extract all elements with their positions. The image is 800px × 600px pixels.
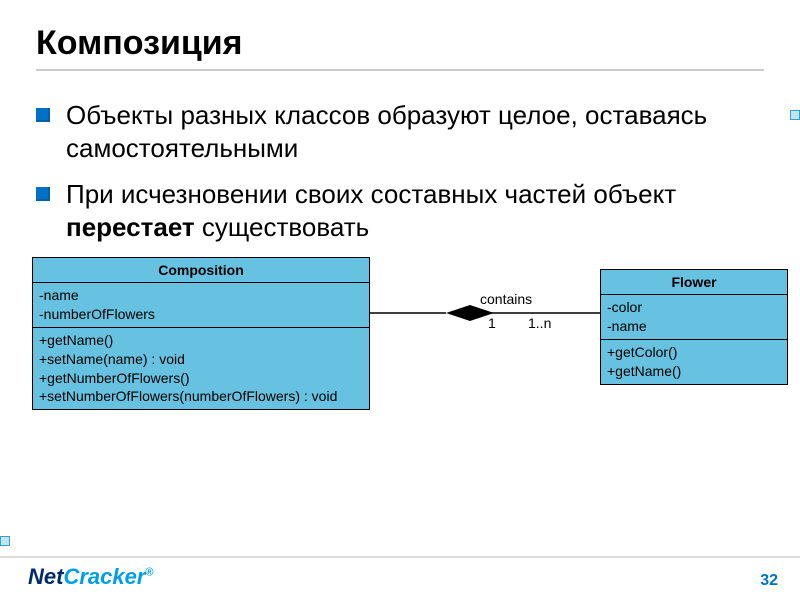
slide-title: Композиция [36,24,764,63]
class-methods: +getName() +setName(name) : void +getNum… [33,327,369,410]
attribute-row: -color [607,298,781,317]
side-marker-icon [790,110,800,120]
method-row: +setName(name) : void [39,350,363,369]
bullet-list: Объекты разных классов образуют целое, о… [36,99,764,243]
uml-class-composition: Composition -name -numberOfFlowers +getN… [32,257,370,410]
logo: NetCracker® [28,564,154,590]
footer: NetCracker® 32 [0,556,800,600]
attribute-row: -name [607,317,781,336]
registered-icon: ® [145,567,153,579]
attribute-row: -name [39,286,363,305]
bullet-item: При исчезновении своих составных частей … [36,178,764,243]
composition-relation: contains 1 1..n [370,299,600,339]
method-row: +getName() [607,362,781,381]
class-methods: +getColor() +getName() [601,339,787,384]
class-name: Flower [601,270,787,294]
logo-cracker: Cracker [63,564,145,589]
relation-label: contains [480,291,532,307]
method-row: +getName() [39,331,363,350]
page-number: 32 [760,572,778,590]
class-attributes: -color -name [601,294,787,339]
title-divider [36,69,764,71]
slide: Композиция Объекты разных классов образу… [0,0,800,600]
side-marker-icon [0,536,10,546]
bullet-text: Объекты разных классов образуют целое, о… [66,99,764,164]
bullet-item: Объекты разных классов образуют целое, о… [36,99,764,164]
method-row: +getColor() [607,343,781,362]
uml-class-flower: Flower -color -name +getColor() +getName… [600,269,788,385]
square-bullet-icon [36,187,50,201]
multiplicity-left: 1 [488,315,496,331]
bullet-text: При исчезновении своих составных частей … [66,178,764,243]
method-row: +getNumberOfFlowers() [39,369,363,388]
method-row: +setNumberOfFlowers(numberOfFlowers) : v… [39,387,363,406]
square-bullet-icon [36,108,50,122]
multiplicity-right: 1..n [528,315,551,331]
class-name: Composition [33,258,369,282]
logo-net: Net [28,564,63,589]
attribute-row: -numberOfFlowers [39,305,363,324]
class-attributes: -name -numberOfFlowers [33,282,369,327]
uml-diagram: Composition -name -numberOfFlowers +getN… [30,257,790,457]
